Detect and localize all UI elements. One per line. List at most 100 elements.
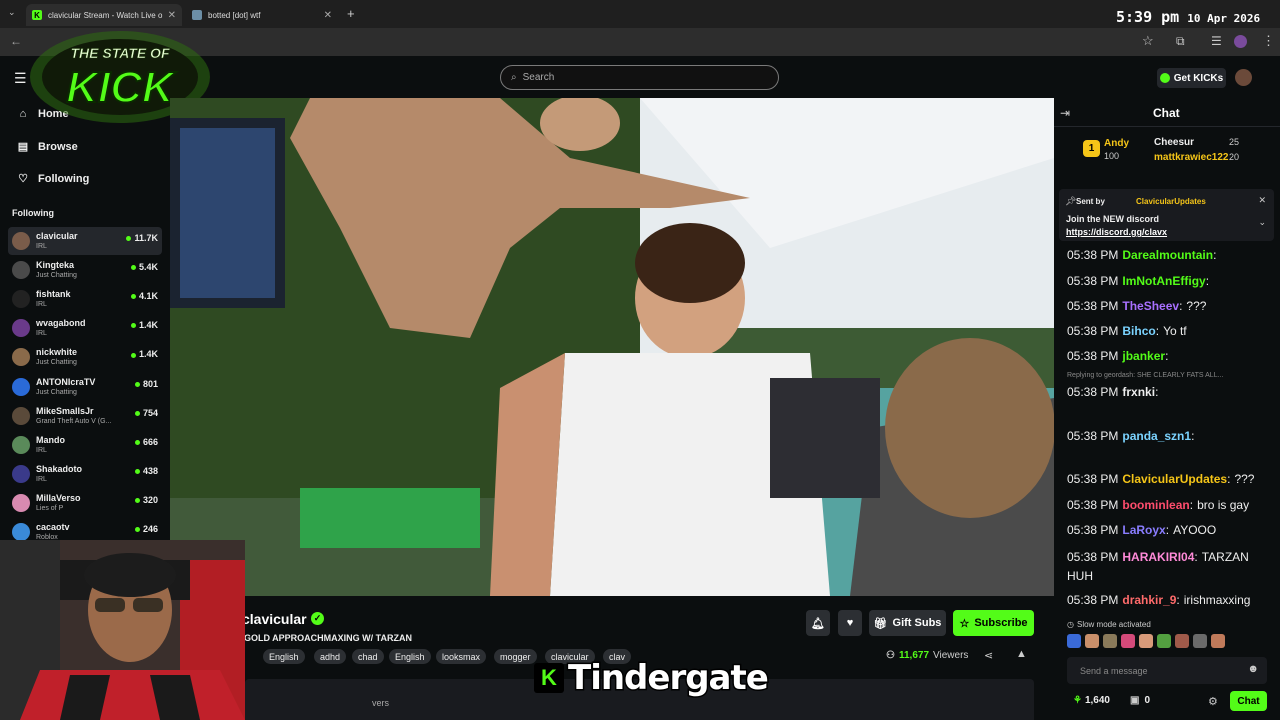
stream-tag[interactable]: English xyxy=(263,649,305,664)
leader-value: 25 xyxy=(1229,137,1240,147)
emote-icon[interactable] xyxy=(1103,634,1117,648)
sidebar-item-browse[interactable]: ▤ Browse xyxy=(16,140,78,154)
points-display[interactable]: ⚘ 1,640 xyxy=(1073,695,1110,706)
sidebar-channel-item[interactable]: wvagabond IRL 1.4K xyxy=(8,314,162,342)
close-tab-icon[interactable]: ✕ xyxy=(168,10,176,21)
get-kicks-button[interactable]: Get KICKs xyxy=(1157,68,1226,88)
sidebar-channel-item[interactable]: fishtank IRL 4.1K xyxy=(8,285,162,313)
channel-category: IRL xyxy=(36,243,47,250)
message-username[interactable]: ClavicularUpdates xyxy=(1122,472,1227,486)
emote-icon[interactable] xyxy=(1157,634,1171,648)
profile-avatar[interactable] xyxy=(1234,35,1247,48)
message-time: 05:38 PM xyxy=(1067,593,1119,607)
pinned-link[interactable]: https://discord.gg/clavx xyxy=(1066,227,1167,237)
message-username[interactable]: Bihco xyxy=(1122,324,1155,338)
botted-favicon-icon xyxy=(192,10,202,20)
gift-icon: 🎁︎ xyxy=(873,617,888,630)
points-icon: ⚘ xyxy=(1073,695,1082,706)
message-username[interactable]: ImNotAnEffigy xyxy=(1122,274,1205,288)
emoji-picker-icon[interactable]: ☻ xyxy=(1247,663,1259,675)
kick-favicon-icon: K xyxy=(32,10,42,20)
sidebar-channel-item[interactable]: clavicular IRL 11.7K xyxy=(8,227,162,255)
message-username[interactable]: drahkir_9 xyxy=(1122,593,1176,607)
message-time: 05:38 PM xyxy=(1067,498,1119,512)
message-username[interactable]: panda_szn1 xyxy=(1122,429,1191,443)
follow-heart-button[interactable]: ♥ xyxy=(838,610,862,636)
sidebar-channel-item[interactable]: MikeSmallsJr Grand Theft Auto V (G... 754 xyxy=(8,402,162,430)
extensions-icon[interactable]: ⧉ xyxy=(1176,34,1185,49)
sidebar-channel-item[interactable]: nickwhite Just Chatting 1.4K xyxy=(8,343,162,371)
search-input[interactable]: ⌕ Search xyxy=(500,65,779,90)
leader-value: 100 xyxy=(1104,151,1120,161)
sidebar-channel-item[interactable]: MillaVerso Lies of P 320 xyxy=(8,489,162,517)
bookmark-star-icon[interactable]: ☆ xyxy=(1142,33,1154,49)
subscribe-button[interactable]: ☆ Subscribe xyxy=(953,610,1034,636)
leader-name: Andy xyxy=(1104,138,1129,149)
send-chat-button[interactable]: Chat xyxy=(1230,691,1267,711)
video-frame-image xyxy=(170,98,1054,596)
content-tab-fragment[interactable]: vers xyxy=(372,698,389,708)
channel-viewer-count: 754 xyxy=(135,408,158,418)
expand-pinned-icon[interactable]: ⌄ xyxy=(1258,217,1266,228)
new-tab-icon[interactable]: + xyxy=(347,6,355,21)
video-player[interactable] xyxy=(170,98,1054,596)
message-username[interactable]: TheSheev xyxy=(1122,299,1179,313)
collapse-chat-icon[interactable]: ⇥ xyxy=(1060,106,1070,120)
message-username[interactable]: jbanker xyxy=(1122,349,1165,363)
unpin-icon[interactable]: ✕ xyxy=(1258,195,1266,206)
stream-tag[interactable]: adhd xyxy=(314,649,347,664)
channel-category: Just Chatting xyxy=(36,388,77,396)
chat-message: 05:38 PM Bihco: Yo tf xyxy=(1067,324,1187,338)
chat-input[interactable]: Send a message ☻ xyxy=(1067,657,1267,684)
notification-bell-button[interactable]: 🔔︎ xyxy=(806,610,830,636)
sidebar-channel-item[interactable]: Mando IRL 666 xyxy=(8,431,162,459)
emote-icon[interactable] xyxy=(1139,634,1153,648)
browser-menu-icon[interactable]: ⋮ xyxy=(1262,33,1275,49)
sidebar-channel-item[interactable]: ANTONIcraTV Just Chatting 801 xyxy=(8,373,162,401)
stream-tag[interactable]: chad xyxy=(352,649,384,664)
channel-name: cacaotv xyxy=(36,522,70,532)
stream-tag[interactable]: looksmax xyxy=(436,649,487,664)
emote-icon[interactable] xyxy=(1121,634,1135,648)
message-username[interactable]: Darealmountain xyxy=(1122,248,1213,262)
gift-subs-button[interactable]: 🎁︎ Gift Subs xyxy=(869,610,946,636)
share-icon[interactable]: ⋖ xyxy=(984,649,993,662)
message-time: 05:38 PM xyxy=(1067,550,1119,564)
stream-tag[interactable]: English xyxy=(389,649,431,664)
message-username[interactable]: HARAKIRI04 xyxy=(1122,550,1194,564)
sidebar-channel-item[interactable]: Kingteka Just Chatting 5.4K xyxy=(8,256,162,284)
message-username[interactable]: LaRoyx xyxy=(1122,523,1165,537)
message-separator: : xyxy=(1213,248,1217,262)
close-tab-icon[interactable]: ✕ xyxy=(324,10,332,21)
stream-tag[interactable]: mogger xyxy=(494,649,537,664)
channel-name[interactable]: clavicular xyxy=(242,611,307,627)
sidebar-item-following[interactable]: ♡ Following xyxy=(16,172,89,186)
viewers-icon: ⚇ xyxy=(886,650,895,661)
chat-settings-icon[interactable]: ⚙ xyxy=(1208,695,1218,708)
emote-icon[interactable] xyxy=(1175,634,1189,648)
emote-icon[interactable] xyxy=(1085,634,1099,648)
message-username[interactable]: boominlean xyxy=(1122,498,1189,512)
kick-logo-icon: K xyxy=(534,663,564,693)
back-icon[interactable]: ← xyxy=(10,34,22,48)
logo-line2: KICK xyxy=(66,63,177,112)
tab-menu-icon[interactable]: ⌄ xyxy=(8,7,16,18)
sidebar-channel-item[interactable]: Shakadoto IRL 438 xyxy=(8,460,162,488)
message-separator: : xyxy=(1205,274,1210,288)
channel-viewer-count: 5.4K xyxy=(131,262,158,272)
tab-search-icon[interactable]: ☰ xyxy=(1211,34,1222,48)
pinned-message[interactable]: 📌︎ Sent by ClavicularUpdates Join the NE… xyxy=(1059,189,1274,241)
kicks-display[interactable]: ▣ 0 xyxy=(1130,695,1150,706)
channel-name: MillaVerso xyxy=(36,492,81,503)
emote-icon[interactable] xyxy=(1193,634,1207,648)
emote-icon[interactable] xyxy=(1211,634,1225,648)
message-username[interactable]: frxnki xyxy=(1122,385,1155,399)
user-avatar[interactable] xyxy=(1235,69,1252,86)
emote-icon[interactable] xyxy=(1067,634,1081,648)
channel-name: Shakadoto xyxy=(36,463,83,474)
report-icon[interactable]: ▲ xyxy=(1016,648,1027,660)
channel-category: Lies of P xyxy=(36,504,64,512)
webcam-image xyxy=(0,540,245,720)
channel-avatar xyxy=(12,377,30,396)
message-separator: : xyxy=(1189,498,1194,512)
